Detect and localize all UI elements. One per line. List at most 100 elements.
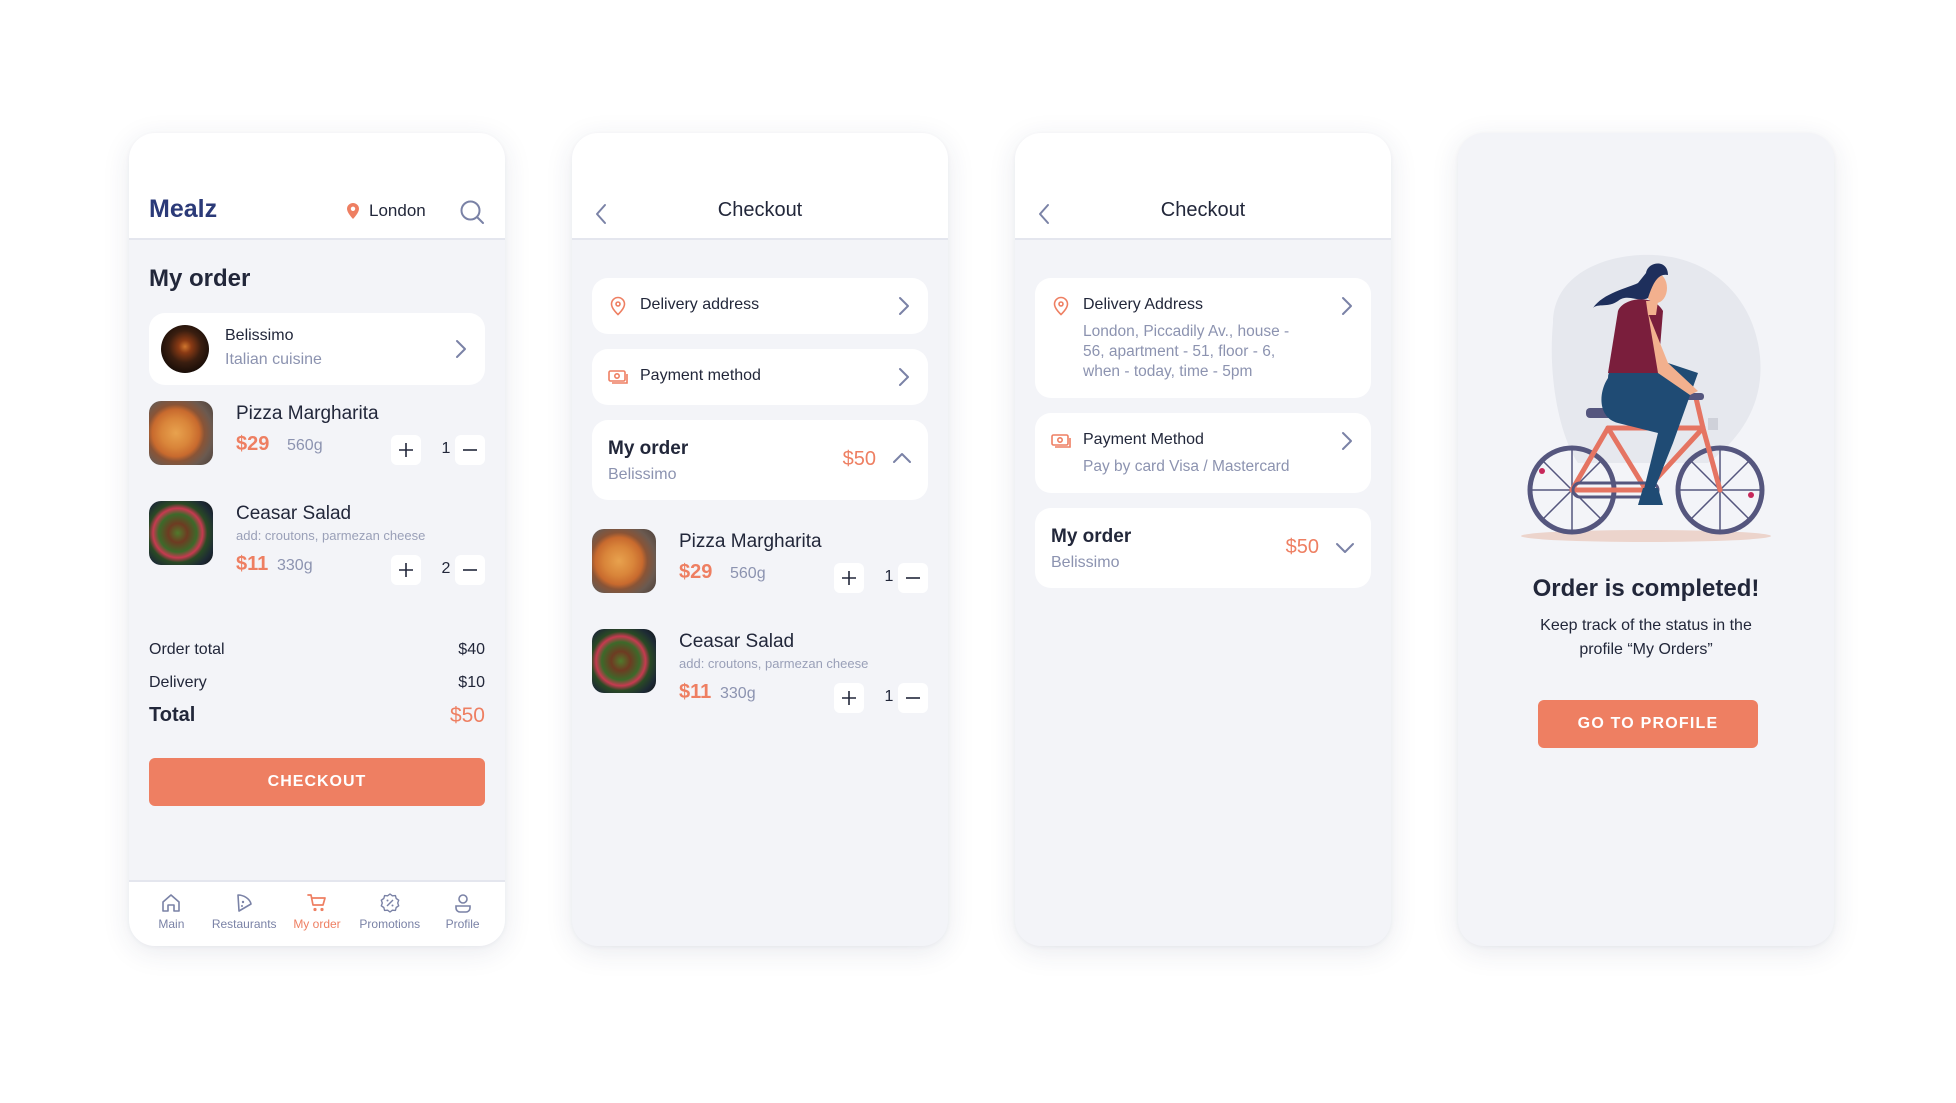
restaurant-avatar	[161, 325, 209, 373]
home-icon	[162, 894, 181, 912]
chevron-up-icon[interactable]	[892, 452, 912, 464]
minus-icon	[906, 577, 920, 579]
cash-icon	[608, 370, 628, 384]
payment-method-label: Payment method	[640, 367, 761, 384]
page-title: My order	[149, 265, 251, 292]
total-value: $50	[449, 704, 485, 727]
order-item: Pizza Margharita $29 560g 1	[592, 529, 928, 609]
delivery-address-line: London, Piccadily Av., house -	[1083, 323, 1290, 340]
payment-method-row[interactable]: Payment method	[592, 349, 928, 405]
page-title: Checkout	[717, 199, 803, 221]
order-restaurant: Belissimo	[608, 466, 677, 483]
item-image-pizza	[149, 401, 213, 465]
my-order-card[interactable]: My order Belissimo $50	[592, 420, 928, 500]
my-order-card[interactable]: My order Belissimo $50	[1035, 508, 1371, 588]
tab-label: Profile	[445, 917, 480, 931]
chevron-down-icon[interactable]	[1335, 542, 1355, 554]
chevron-right-icon	[1342, 432, 1352, 450]
woman-riding-bicycle-illustration	[1521, 254, 1771, 542]
decrease-quantity-button[interactable]	[898, 563, 928, 593]
payment-method-row[interactable]: Payment Method Pay by card Visa / Master…	[1035, 413, 1371, 493]
delivery-address-label: Delivery address	[640, 296, 760, 313]
delivery-address-label: Delivery Address	[1083, 296, 1204, 313]
total-label: Total	[149, 704, 196, 726]
decrease-quantity-button[interactable]	[455, 555, 485, 585]
completion-title: Order is completed!	[1532, 575, 1760, 602]
item-name: Pizza Margharita	[236, 403, 379, 424]
item-name: Ceasar Salad	[236, 503, 352, 524]
item-name: Ceasar Salad	[679, 631, 795, 652]
discount-badge-icon	[380, 893, 400, 913]
order-restaurant: Belissimo	[1051, 554, 1120, 571]
delivery-address-line: when - today, time - 5pm	[1083, 363, 1253, 380]
location-pin-icon	[610, 296, 626, 316]
tab-main[interactable]: Main	[135, 892, 207, 946]
payment-method-detail: Pay by card Visa / Mastercard	[1083, 458, 1290, 475]
restaurant-card[interactable]: Belissimo Italian cuisine	[149, 313, 485, 385]
item-image-salad	[592, 629, 656, 693]
tab-promotions[interactable]: Promotions	[354, 892, 426, 946]
order-total-label: Order total	[149, 641, 225, 658]
decrease-quantity-button[interactable]	[455, 435, 485, 465]
location-pin-icon	[1053, 296, 1069, 316]
order-total-value: $40	[458, 641, 485, 658]
screen-checkout-expanded: Checkout Delivery address Payment method…	[572, 133, 948, 946]
tab-profile[interactable]: Profile	[427, 892, 499, 946]
cart-icon	[307, 894, 326, 912]
item-price: $29	[679, 561, 713, 583]
order-price: $50	[842, 448, 876, 470]
minus-icon	[463, 449, 477, 451]
increase-quantity-button[interactable]	[834, 683, 864, 713]
increase-quantity-button[interactable]	[834, 563, 864, 593]
order-title: My order	[1051, 526, 1132, 547]
user-icon	[454, 894, 471, 913]
app-header: Mealz London	[129, 133, 505, 240]
location-label: London	[369, 201, 426, 220]
delivery-address-row[interactable]: Delivery address	[592, 278, 928, 334]
plus-icon	[399, 563, 413, 577]
screen-checkout-filled: Checkout Delivery Address London, Piccad…	[1015, 133, 1391, 946]
chevron-right-icon	[1342, 297, 1352, 315]
item-price: $29	[236, 433, 270, 455]
search-icon[interactable]	[459, 199, 485, 225]
total-row: Total $50	[149, 704, 485, 728]
app-header: Checkout	[572, 133, 948, 240]
tab-my-order[interactable]: My order	[281, 892, 353, 946]
brand-logo: Mealz	[149, 195, 218, 223]
item-weight: 560g	[730, 565, 766, 582]
item-quantity: 1	[884, 688, 894, 705]
go-to-profile-button[interactable]: GO TO PROFILE	[1538, 700, 1758, 748]
checkout-button[interactable]: CHECKOUT	[149, 758, 485, 806]
item-quantity: 1	[884, 568, 894, 585]
item-price: $11	[236, 553, 269, 575]
restaurant-name: Belissimo	[225, 327, 294, 344]
tab-restaurants[interactable]: Restaurants	[208, 892, 280, 946]
minus-icon	[463, 569, 477, 571]
item-price: $11	[679, 681, 712, 703]
order-item: Ceasar Salad add: croutons, parmezan che…	[149, 501, 485, 591]
item-addons: add: croutons, parmezan cheese	[236, 528, 426, 543]
screen-order-completed: Order is completed! Keep track of the st…	[1458, 133, 1834, 946]
delivery-row: Delivery $10	[149, 674, 485, 692]
page-title: Checkout	[1160, 199, 1246, 221]
screen-my-order: Mealz London My order Belissimo Italian …	[129, 133, 505, 946]
item-addons: add: croutons, parmezan cheese	[679, 656, 869, 671]
location-selector[interactable]: London	[347, 201, 426, 221]
order-total-row: Order total $40	[149, 641, 485, 659]
app-header: Checkout	[1015, 133, 1391, 240]
delivery-address-row[interactable]: Delivery Address London, Piccadily Av., …	[1035, 278, 1371, 398]
restaurant-cuisine: Italian cuisine	[225, 351, 322, 368]
increase-quantity-button[interactable]	[391, 555, 421, 585]
cash-icon	[1051, 434, 1071, 448]
item-image-pizza	[592, 529, 656, 593]
delivery-label: Delivery	[149, 674, 207, 691]
item-name: Pizza Margharita	[679, 531, 822, 552]
chevron-right-icon	[899, 297, 909, 315]
increase-quantity-button[interactable]	[391, 435, 421, 465]
order-title: My order	[608, 438, 689, 459]
bottom-tab-bar: Main Restaurants My order Promotions Pro…	[129, 880, 505, 946]
payment-method-label: Payment Method	[1083, 431, 1204, 448]
decrease-quantity-button[interactable]	[898, 683, 928, 713]
plus-icon	[842, 691, 856, 705]
item-weight: 560g	[287, 437, 323, 454]
